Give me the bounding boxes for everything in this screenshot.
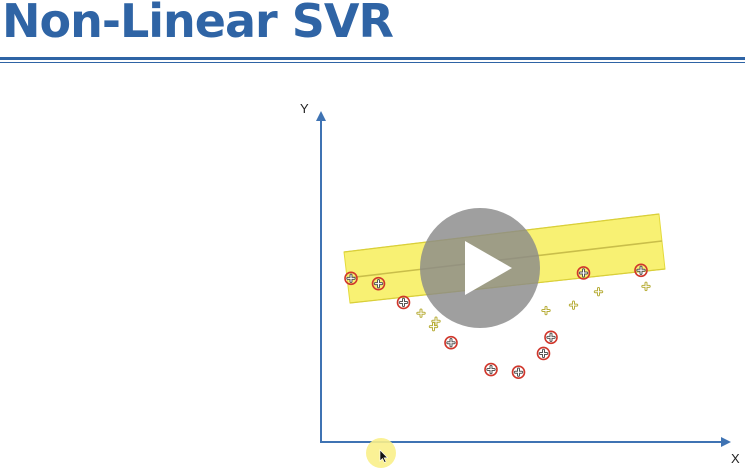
- data-point-outlier: [576, 266, 591, 280]
- data-point-outlier: [634, 263, 648, 278]
- mouse-cursor: [366, 438, 396, 468]
- data-point-outlier: [344, 271, 358, 286]
- data-point-outlier: [484, 362, 498, 377]
- data-point: [416, 308, 426, 318]
- data-point: [641, 281, 651, 292]
- x-axis-arrowhead: [721, 437, 731, 447]
- data-point-outlier: [511, 365, 526, 380]
- data-point-outlier: [544, 330, 558, 345]
- data-point: [593, 287, 604, 297]
- x-axis-label: X: [731, 451, 740, 466]
- data-point-outlier: [371, 276, 386, 291]
- data-point-outlier: [396, 295, 411, 310]
- data-point: [541, 305, 551, 316]
- slide: Non-Linear SVR Y X: [0, 0, 745, 471]
- data-point-outlier: [536, 346, 551, 361]
- y-axis-arrowhead: [316, 111, 326, 121]
- play-button[interactable]: [420, 208, 540, 328]
- data-point-outlier: [444, 335, 458, 350]
- svr-chart: Y X: [300, 101, 740, 468]
- data-point: [568, 300, 579, 310]
- y-axis-label: Y: [300, 101, 309, 116]
